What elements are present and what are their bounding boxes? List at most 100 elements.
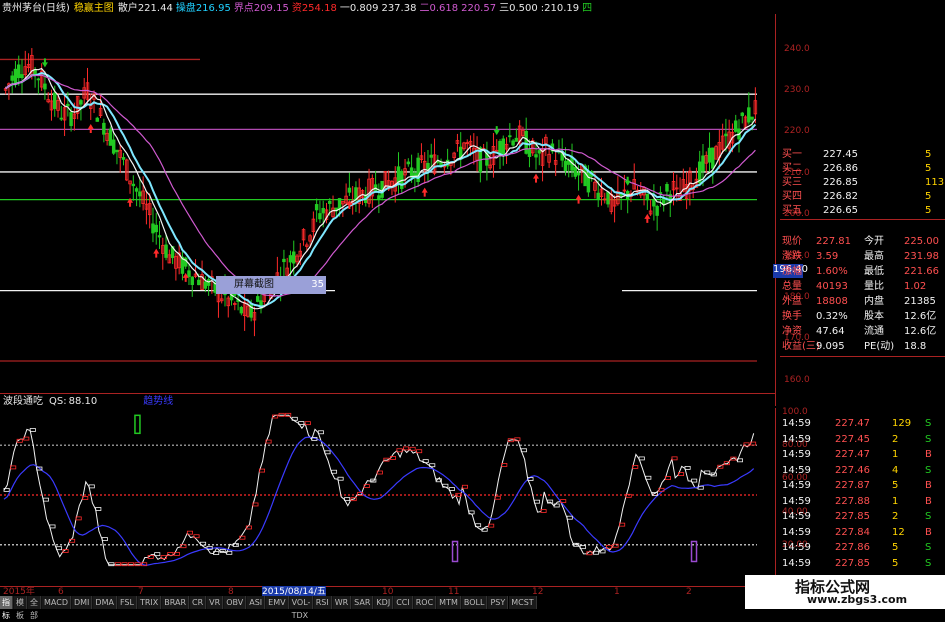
tab-psy[interactable]: PSY <box>488 596 509 609</box>
bid-label: 买三 <box>782 177 802 188</box>
tab-roc[interactable]: ROC <box>413 596 437 609</box>
watermark-url: www.zbgs3.com <box>807 593 908 606</box>
tab-全部[interactable]: 全部 <box>28 596 41 620</box>
candle-body <box>328 200 332 204</box>
stat-value: 18.8 <box>904 341 927 352</box>
stat-value: 12.6亿 <box>904 311 937 322</box>
tab-指标[interactable]: 指标 <box>0 596 13 620</box>
indicator-label: 操盘 <box>175 3 196 14</box>
tab-wr[interactable]: WR <box>332 596 352 609</box>
tab-cci[interactable]: CCI <box>394 596 413 609</box>
tab-emv[interactable]: EMV <box>266 596 289 609</box>
candle-body <box>16 64 21 79</box>
order-book-row[interactable]: 买四 226.82 5 <box>780 190 945 204</box>
indicator-number: 220.57 <box>461 3 497 14</box>
tick-side: B <box>925 449 932 460</box>
tab-mcst[interactable]: MCST <box>509 596 537 609</box>
osc-bar <box>55 546 63 551</box>
order-book-row[interactable]: 买二 226.86 5 <box>780 162 945 176</box>
order-book-row[interactable]: 买三 226.85 113 <box>780 176 945 190</box>
tab-模板[interactable]: 模板 <box>14 596 27 620</box>
tab-brar[interactable]: BRAR <box>162 596 190 609</box>
price-chart[interactable] <box>0 14 775 406</box>
tick-volume: 2 <box>892 511 899 522</box>
order-book-row[interactable]: 买五 226.65 5 <box>780 204 945 218</box>
candle-body <box>576 172 581 176</box>
osc-bar <box>645 475 652 480</box>
tick-side: S <box>925 557 932 569</box>
tab-mtm[interactable]: MTM <box>437 596 461 609</box>
candle-body <box>282 258 286 263</box>
tick-price: 227.86 <box>835 542 870 553</box>
tick-time: 14:59 <box>782 526 811 538</box>
tab-kdj[interactable]: KDJ <box>374 596 394 609</box>
osc-bar <box>540 509 547 513</box>
candle-body <box>537 150 542 154</box>
oscillator-chart[interactable] <box>0 408 775 586</box>
tick-price: 227.85 <box>835 511 870 522</box>
tick-time: 14:59 <box>782 480 811 491</box>
order-book-row[interactable]: 买一 227.45 5 <box>780 148 945 162</box>
oscillator-line <box>3 414 755 566</box>
tick-side: B <box>925 526 932 538</box>
tab-dmi[interactable]: DMI <box>71 596 93 609</box>
candle-body <box>203 281 208 289</box>
tick-time: 14:59 <box>782 542 811 553</box>
candle-body <box>36 78 41 81</box>
sub-indicator-name[interactable]: 波段通吃 <box>3 396 43 408</box>
stat-value: 1.60% <box>816 266 848 277</box>
tick-row: 14:59 227.46 4 S <box>780 464 945 478</box>
tick-time: 14:59 <box>782 511 811 522</box>
stat-value: 12.6亿 <box>904 326 937 337</box>
indicator-label: 资 <box>291 3 302 14</box>
candle-body <box>573 166 578 177</box>
osc-bar <box>638 456 645 461</box>
tab-trix[interactable]: TRIX <box>137 596 162 609</box>
tab-sar[interactable]: SAR <box>352 596 374 609</box>
sub-panel-divider <box>0 393 775 394</box>
stat-label: 今开 <box>864 236 884 247</box>
candle-body <box>115 149 119 153</box>
quote-divider <box>780 356 945 357</box>
indicator-number: 0.500 <box>509 3 538 14</box>
candle-body <box>511 140 515 146</box>
tab-vr[interactable]: VR <box>207 596 224 609</box>
tab-rsi[interactable]: RSI <box>313 596 332 609</box>
tab-vol-tdx[interactable]: VOL-TDX <box>289 596 313 620</box>
quote-divider <box>780 219 945 220</box>
candle-body <box>10 75 14 81</box>
tab-fsl[interactable]: FSL <box>117 596 137 609</box>
tab-macd[interactable]: MACD <box>42 596 71 609</box>
tick-volume: 129 <box>892 418 912 429</box>
tick-time: 14:59 <box>782 433 811 445</box>
tick-price: 227.46 <box>835 464 870 476</box>
candle-body <box>514 137 519 142</box>
stat-row: 外盘 18808 内盘 21385 <box>780 295 945 309</box>
tab-boll[interactable]: BOLL <box>461 596 488 609</box>
qs-value: 88.10 <box>68 396 98 407</box>
buy-arrow-icon <box>575 194 582 204</box>
bid-label: 买二 <box>782 163 802 174</box>
candle-body <box>292 251 296 264</box>
stat-value: 227.81 <box>816 236 851 247</box>
candle-body <box>151 223 155 234</box>
tick-row: 14:59 227.85 5 S <box>780 557 945 571</box>
candle-body <box>711 147 715 169</box>
candle-body <box>111 139 116 154</box>
tab-dma[interactable]: DMA <box>93 596 117 609</box>
indicator-number: 0.809 <box>349 3 379 14</box>
qs-label: QS: <box>49 396 67 407</box>
tab-obv[interactable]: OBV <box>224 596 247 609</box>
osc-bar <box>671 456 678 461</box>
tab-cr[interactable]: CR <box>190 596 207 609</box>
osc-bar <box>95 507 102 511</box>
price-tick: 160.0 <box>784 374 810 385</box>
tick-time: 14:59 <box>782 449 811 460</box>
screenshot-tooltip[interactable]: 屏幕截图 35 <box>216 276 326 294</box>
indicator-label: 四 <box>582 3 593 14</box>
candle-body <box>314 204 319 211</box>
tab-asi[interactable]: ASI <box>247 596 266 609</box>
tick-volume: 12 <box>892 526 905 538</box>
stat-label: 最低 <box>864 266 884 277</box>
indicator-label: 散户 <box>117 3 138 14</box>
